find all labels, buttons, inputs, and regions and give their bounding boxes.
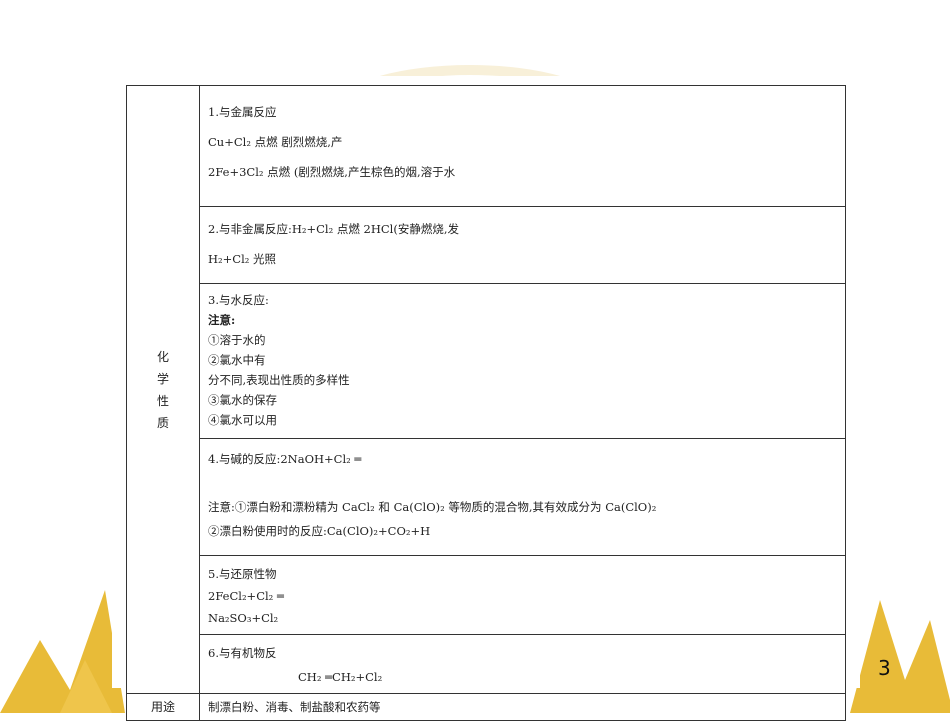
text-line: 注意:①漂白粉和漂粉精为 CaCl₂ 和 Ca(ClO)₂ 等物质的混合物,其有… bbox=[208, 500, 657, 514]
golden-peak-left bbox=[0, 590, 125, 713]
text-line: Na₂SO₃+Cl₂ bbox=[208, 611, 279, 625]
usage-value: 制漂白粉、消毒、制盐酸和农药等 bbox=[199, 693, 846, 721]
text-line: ④氯水可以用 bbox=[208, 413, 277, 427]
section-nonmetal-reaction: 2.与非金属反应:H₂+Cl₂ 点燃 2HCl(安静燃烧,发 H₂+Cl₂ 光照 bbox=[199, 206, 846, 284]
note-heading: 注意: bbox=[208, 313, 236, 327]
table-row: 2.与非金属反应:H₂+Cl₂ 点燃 2HCl(安静燃烧,发 H₂+Cl₂ 光照 bbox=[127, 206, 846, 284]
label-char: 化 bbox=[156, 349, 169, 364]
chlorine-properties-table: 化 学 性 质 1.与金属反应 Cu+Cl₂ 点燃 剧烈燃烧,产 2Fe+3Cl… bbox=[126, 85, 846, 721]
usage-label: 用途 bbox=[126, 693, 200, 721]
section-base-reaction: 4.与碱的反应:2NaOH+Cl₂ ═ 注意:①漂白粉和漂粉精为 CaCl₂ 和… bbox=[199, 438, 846, 556]
table-row: 化 学 性 质 1.与金属反应 Cu+Cl₂ 点燃 剧烈燃烧,产 2Fe+3Cl… bbox=[126, 85, 846, 694]
table-row: 4.与碱的反应:2NaOH+Cl₂ ═ 注意:①漂白粉和漂粉精为 CaCl₂ 和… bbox=[127, 438, 846, 556]
text-line: ③氯水的保存 bbox=[208, 393, 277, 407]
text-line: ①溶于水的 bbox=[208, 333, 266, 347]
section-metal-reaction: 1.与金属反应 Cu+Cl₂ 点燃 剧烈燃烧,产 2Fe+3Cl₂ 点燃 (剧烈… bbox=[199, 85, 846, 207]
vertical-label: 化 学 性 质 bbox=[156, 346, 170, 434]
text-line: 4.与碱的反应:2NaOH+Cl₂ ═ bbox=[208, 452, 362, 466]
text-line: ②氯水中有 bbox=[208, 353, 266, 367]
label-char: 性 bbox=[156, 393, 169, 408]
text-line: H₂+Cl₂ 光照 bbox=[208, 252, 277, 266]
table-row: 3.与水反应: 注意: ①溶于水的 ②氯水中有 分不同,表现出性质的多样性 ③氯… bbox=[127, 283, 846, 439]
text-line: 2FeCl₂+Cl₂ ═ bbox=[208, 589, 284, 603]
page-number: 3 bbox=[878, 656, 891, 680]
text-line: 5.与还原性物 bbox=[208, 567, 277, 581]
golden-peak-right bbox=[850, 600, 950, 713]
text-line: ②漂白粉使用时的反应:Ca(ClO)₂+CO₂+H bbox=[208, 524, 431, 538]
section-organic-reaction: 6.与有机物反 CH₂ ═CH₂+Cl₂ bbox=[199, 634, 846, 694]
text-line: 2Fe+3Cl₂ 点燃 (剧烈燃烧,产生棕色的烟,溶于水 bbox=[208, 165, 456, 179]
text-line bbox=[208, 475, 837, 491]
text-line: 分不同,表现出性质的多样性 bbox=[208, 373, 350, 387]
text-line: 3.与水反应: bbox=[208, 293, 269, 307]
text-line: 1.与金属反应 bbox=[208, 105, 277, 119]
table-row: 用途 制漂白粉、消毒、制盐酸和农药等 bbox=[126, 693, 846, 721]
text-line: CH₂ ═CH₂+Cl₂ bbox=[298, 670, 383, 684]
label-char: 学 bbox=[156, 371, 169, 386]
table-row: 5.与还原性物 2FeCl₂+Cl₂ ═ Na₂SO₃+Cl₂ bbox=[127, 555, 846, 635]
text-line: Cu+Cl₂ 点燃 剧烈燃烧,产 bbox=[208, 135, 343, 149]
chemical-properties-label: 化 学 性 质 bbox=[126, 85, 200, 694]
table-row: 6.与有机物反 CH₂ ═CH₂+Cl₂ bbox=[127, 634, 846, 694]
section-reducing-reaction: 5.与还原性物 2FeCl₂+Cl₂ ═ Na₂SO₃+Cl₂ bbox=[199, 555, 846, 635]
text-line: 6.与有机物反 bbox=[208, 646, 277, 660]
label-char: 质 bbox=[156, 415, 169, 430]
text-line: 2.与非金属反应:H₂+Cl₂ 点燃 2HCl(安静燃烧,发 bbox=[208, 222, 459, 236]
section-water-reaction: 3.与水反应: 注意: ①溶于水的 ②氯水中有 分不同,表现出性质的多样性 ③氯… bbox=[199, 283, 846, 439]
